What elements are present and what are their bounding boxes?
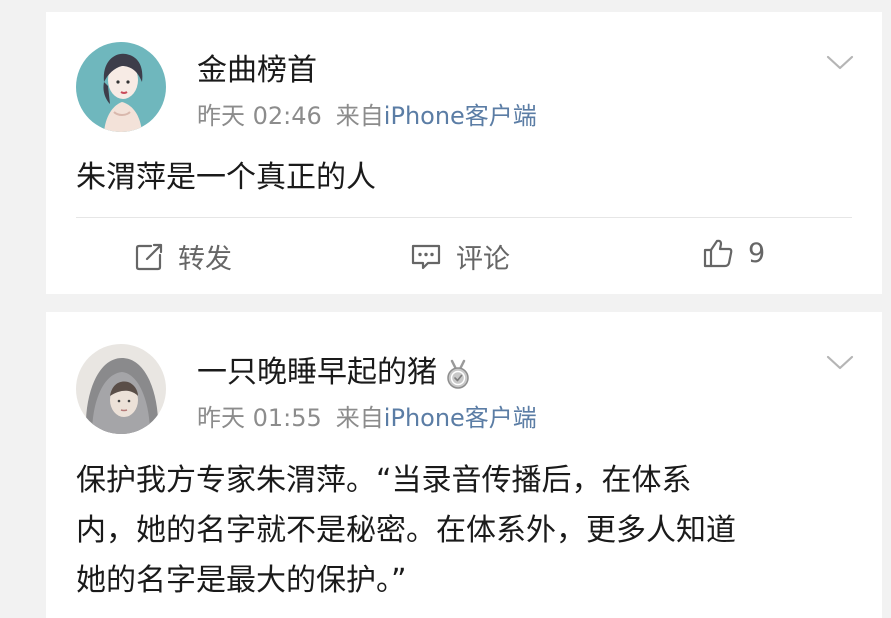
post-meta: 昨天 01:55 来自iPhone客户端	[197, 406, 537, 430]
repost-label: 转发	[178, 244, 232, 275]
avatar[interactable]	[76, 344, 166, 434]
like-icon	[703, 239, 733, 268]
medal-badge-icon[interactable]	[445, 359, 471, 389]
post-meta: 昨天 02:46 来自iPhone客户端	[197, 104, 537, 128]
post-content: 朱渭萍是一个真正的人	[76, 160, 376, 195]
chevron-down-icon[interactable]	[826, 54, 854, 72]
username[interactable]: 一只晚睡早起的猪	[197, 358, 471, 389]
like-count: 9	[748, 237, 766, 269]
post-time: 昨天 02:46	[197, 102, 322, 130]
source-link[interactable]: iPhone客户端	[384, 102, 537, 130]
username[interactable]: 金曲榜首	[197, 56, 317, 86]
source-prefix: 来自	[335, 404, 384, 432]
comment-button[interactable]: 评论	[410, 237, 510, 276]
source-prefix: 来自	[335, 102, 384, 130]
repost-button[interactable]: 转发	[134, 237, 232, 276]
chevron-down-icon[interactable]	[826, 354, 854, 372]
comment-icon	[411, 244, 441, 269]
divider	[76, 217, 852, 218]
repost-icon	[135, 243, 163, 270]
username-text: 一只晚睡早起的猪	[197, 355, 437, 390]
post-content: 保护我方专家朱渭萍。“当录音传播后，在体系 内，她的名字就不是秘密。在体系外，更…	[76, 463, 736, 598]
avatar[interactable]	[76, 42, 166, 132]
source-link[interactable]: iPhone客户端	[384, 404, 537, 432]
weibo-post-card: 一只晚睡早起的猪 昨天 01:55 来自iPhone客户端 保护我方专家朱渭萍。“…	[46, 312, 882, 618]
comment-label: 评论	[456, 244, 510, 275]
like-button[interactable]: 9	[702, 237, 765, 269]
weibo-post-card: 金曲榜首 昨天 02:46 来自iPhone客户端 朱渭萍是一个真正的人 转发 评…	[46, 12, 882, 294]
post-time: 昨天 01:55	[197, 404, 322, 432]
